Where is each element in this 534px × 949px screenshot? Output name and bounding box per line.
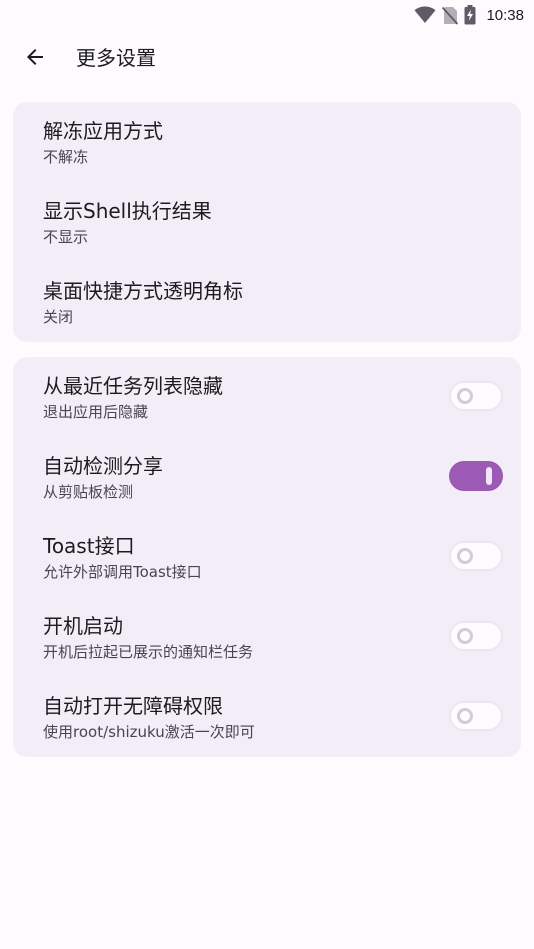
setting-description: 允许外部调用Toast接口 — [43, 563, 202, 581]
back-button[interactable] — [14, 38, 56, 80]
setting-description: 退出应用后隐藏 — [43, 403, 149, 421]
auto-accessibility-switch[interactable] — [449, 701, 503, 731]
toast-interface-switch[interactable] — [449, 541, 503, 571]
switch-thumb — [457, 548, 473, 564]
switch-thumb — [457, 388, 473, 404]
setting-description: 使用root/shizuku激活一次即可 — [43, 723, 255, 741]
setting-title: 解冻应用方式 — [43, 119, 163, 143]
wifi-icon — [414, 6, 436, 24]
switch-thumb — [457, 708, 473, 724]
setting-title: 开机启动 — [43, 614, 123, 638]
setting-description: 从剪贴板检测 — [43, 483, 134, 501]
setting-value: 不显示 — [43, 228, 89, 246]
setting-title: 自动打开无障碍权限 — [43, 694, 223, 718]
setting-title: Toast接口 — [43, 534, 135, 558]
page-title: 更多设置 — [76, 46, 156, 70]
setting-title: 桌面快捷方式透明角标 — [43, 279, 243, 303]
setting-title: 自动检测分享 — [43, 454, 163, 478]
switch-thumb — [486, 467, 492, 485]
setting-value: 关闭 — [43, 308, 74, 326]
status-icons: 10:38 — [414, 5, 524, 25]
status-bar: 10:38 — [0, 0, 534, 30]
no-sim-icon — [442, 6, 459, 25]
settings-card-general: 解冻应用方式 不解冻 显示Shell执行结果 不显示 桌面快捷方式透明角标 关闭 — [13, 102, 521, 342]
hide-from-recents-switch[interactable] — [449, 381, 503, 411]
setting-toast-interface[interactable]: Toast接口 允许外部调用Toast接口 — [13, 517, 521, 597]
switch-thumb — [457, 628, 473, 644]
start-on-boot-switch[interactable] — [449, 621, 503, 651]
setting-title: 从最近任务列表隐藏 — [43, 374, 223, 398]
setting-start-on-boot[interactable]: 开机启动 开机后拉起已展示的通知栏任务 — [13, 597, 521, 677]
arrow-back-icon — [23, 45, 47, 73]
app-bar: 更多设置 — [0, 30, 534, 86]
setting-description: 开机后拉起已展示的通知栏任务 — [43, 643, 254, 661]
setting-hide-from-recents[interactable]: 从最近任务列表隐藏 退出应用后隐藏 — [13, 357, 521, 437]
battery-charging-icon — [464, 5, 476, 25]
setting-show-shell-result[interactable]: 显示Shell执行结果 不显示 — [13, 182, 521, 262]
setting-value: 不解冻 — [43, 148, 89, 166]
status-time: 10:38 — [486, 6, 524, 24]
auto-detect-share-switch[interactable] — [449, 461, 503, 491]
setting-auto-accessibility[interactable]: 自动打开无障碍权限 使用root/shizuku激活一次即可 — [13, 677, 521, 757]
settings-card-toggles: 从最近任务列表隐藏 退出应用后隐藏 自动检测分享 从剪贴板检测 Toast接口 … — [13, 357, 521, 757]
setting-auto-detect-share[interactable]: 自动检测分享 从剪贴板检测 — [13, 437, 521, 517]
setting-unfreeze-method[interactable]: 解冻应用方式 不解冻 — [13, 102, 521, 182]
setting-shortcut-badge[interactable]: 桌面快捷方式透明角标 关闭 — [13, 262, 521, 342]
setting-title: 显示Shell执行结果 — [43, 199, 212, 223]
